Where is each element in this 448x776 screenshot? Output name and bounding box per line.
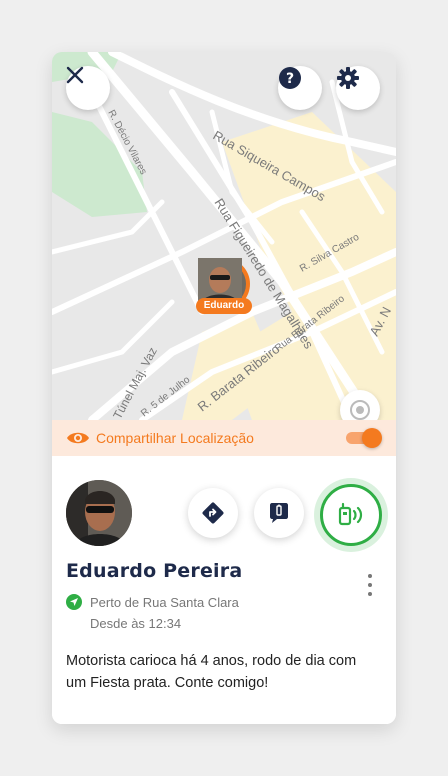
recenter-icon [350,400,370,420]
toggle-knob [362,428,382,448]
radio-call-button[interactable] [320,484,382,546]
eye-icon [66,428,90,448]
driver-bio: Motorista carioca há 4 anos, rodo de dia… [66,653,357,691]
avatar [66,480,132,546]
close-icon [66,66,84,84]
message-button[interactable] [254,488,304,538]
location-arrow-icon [66,594,82,610]
more-dot [368,574,372,578]
driver-name: Eduardo Pereira [66,560,243,582]
driver-marker-label: Eduardo [196,298,252,314]
radio-call-icon [338,502,363,526]
help-button[interactable]: ? [278,66,322,110]
driver-profile: Eduardo Pereira Perto de Rua Santa Clara… [52,456,396,724]
tracking-card: Rua Siqueira Campos R. Décio Vilares Rua… [52,52,396,724]
map-canvas: Rua Siqueira Campos R. Décio Vilares Rua… [52,52,396,420]
more-dot [368,583,372,587]
driver-location: Perto de Rua Santa Clara [90,594,239,610]
driver-since: Desde às 12:34 [90,616,182,631]
share-location-toggle[interactable] [346,428,382,448]
help-icon: ? [279,67,301,89]
map[interactable]: Rua Siqueira Campos R. Décio Vilares Rua… [52,52,396,420]
directions-button[interactable] [188,488,238,538]
svg-text:?: ? [286,71,294,87]
more-dot [368,592,372,596]
driver-location-row: Perto de Rua Santa Clara [66,594,239,610]
share-location-bar: Compartilhar Localização [52,420,396,456]
more-options-button[interactable] [360,574,380,596]
call-button-halo [314,478,388,552]
gear-icon [337,67,359,89]
message-icon [270,503,288,523]
share-location-label: Compartilhar Localização [96,430,254,446]
close-button[interactable] [66,66,110,110]
settings-button[interactable] [336,66,380,110]
directions-icon [202,502,224,524]
